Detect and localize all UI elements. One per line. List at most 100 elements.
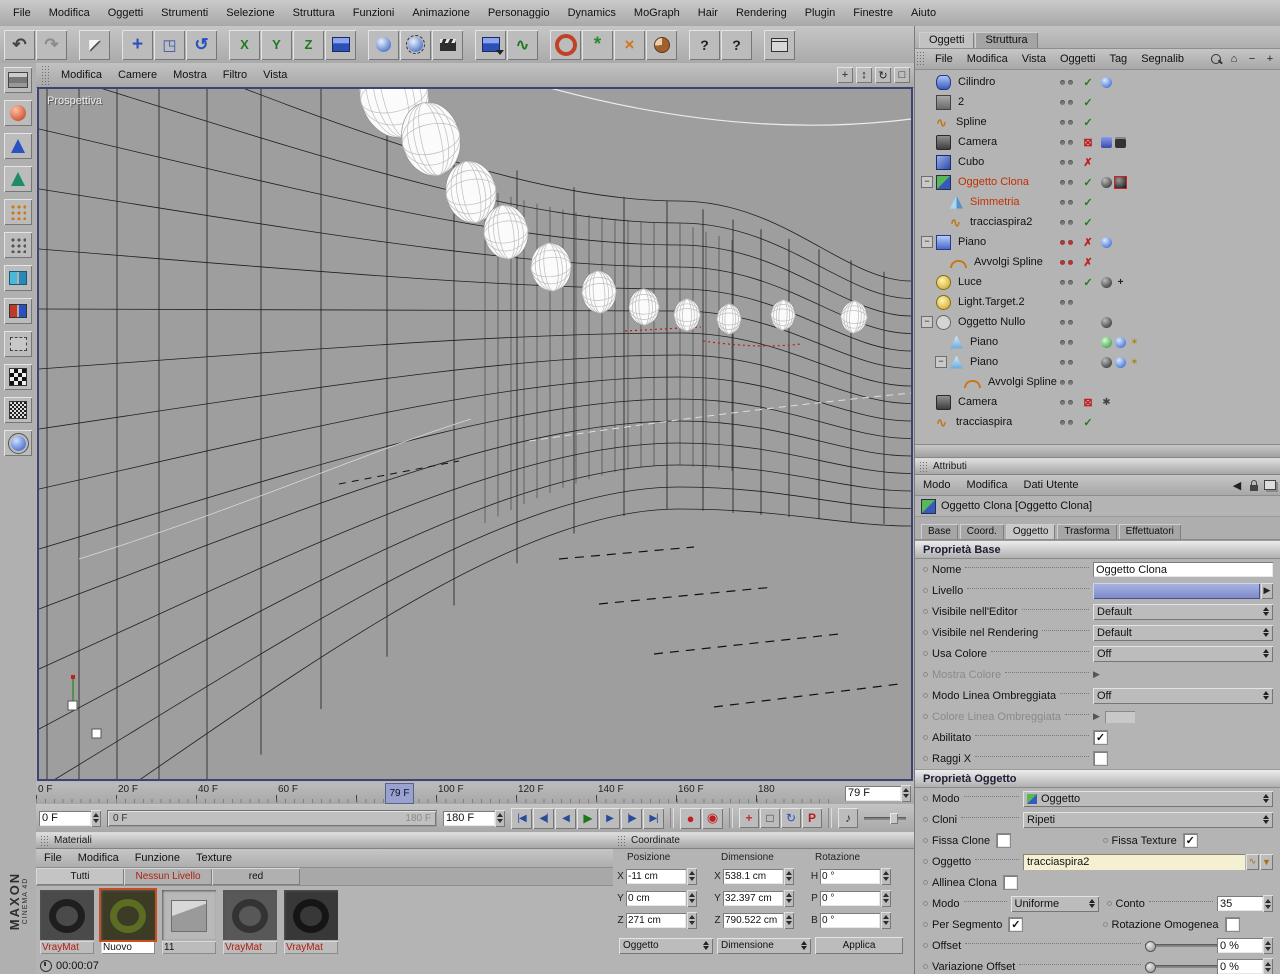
- visibility-toggles[interactable]: [1055, 360, 1077, 365]
- record-rotation[interactable]: ↻: [781, 808, 801, 828]
- visibility-toggles[interactable]: [1055, 280, 1077, 285]
- object-axis-mode[interactable]: [4, 133, 32, 159]
- object-name[interactable]: Cubo: [955, 156, 987, 168]
- menu-item[interactable]: Funzioni: [344, 0, 404, 26]
- ball-blue-tag-icon[interactable]: [1101, 76, 1112, 88]
- object-name[interactable]: Piano: [967, 336, 1001, 348]
- visibility-toggles[interactable]: [1055, 420, 1077, 425]
- object-name[interactable]: Oggetto Nullo: [955, 316, 1028, 328]
- enable-toggle[interactable]: ✓: [1081, 176, 1095, 189]
- point-mode[interactable]: [4, 232, 32, 258]
- materials-menu-item[interactable]: Funzione: [127, 852, 188, 864]
- material-name[interactable]: Nuovo: [101, 941, 155, 954]
- render-view[interactable]: [368, 29, 399, 60]
- mograph-array[interactable]: *: [582, 29, 613, 60]
- attribute-tab[interactable]: Oggetto: [1005, 524, 1056, 539]
- texture-axis-mode[interactable]: [4, 166, 32, 192]
- object-manager-menu-item[interactable]: Tag: [1102, 53, 1134, 65]
- polygon-mode[interactable]: [4, 298, 32, 324]
- expand-toggle[interactable]: −: [921, 176, 933, 188]
- visibility-toggles[interactable]: [1055, 140, 1077, 145]
- keyframe-dot-icon[interactable]: [923, 588, 932, 593]
- raggi-x-checkbox[interactable]: [1093, 751, 1108, 766]
- material-thumbnail[interactable]: [162, 890, 216, 940]
- frame-range-slider[interactable]: 0 F 180 F: [107, 809, 437, 827]
- redo[interactable]: ↷: [36, 29, 67, 60]
- panel-splitter[interactable]: [915, 444, 1280, 458]
- uv-mode[interactable]: [4, 331, 32, 357]
- tree-row[interactable]: Cubo ✗: [915, 152, 1280, 172]
- enable-toggle[interactable]: ✓: [1081, 116, 1095, 129]
- volume-slider[interactable]: [864, 812, 906, 824]
- menu-item[interactable]: Dynamics: [559, 0, 625, 26]
- search-icon[interactable]: [1209, 52, 1223, 66]
- visibility-toggles[interactable]: [1055, 180, 1077, 185]
- object-name[interactable]: Light.Target.2: [955, 296, 1028, 308]
- spline-pick-icon[interactable]: ∿: [1246, 853, 1259, 870]
- keyframe-dot-icon[interactable]: [923, 880, 932, 885]
- object-name[interactable]: Avvolgi Spline: [971, 256, 1046, 268]
- goto-start[interactable]: |◀: [511, 807, 532, 829]
- ball-blue-tag-icon[interactable]: [1115, 356, 1126, 368]
- enable-toggle[interactable]: ✓: [1081, 96, 1095, 109]
- attribute-tab[interactable]: Base: [921, 524, 958, 539]
- keyframe-dot-icon[interactable]: [923, 943, 932, 948]
- material-item[interactable]: VrayMat: [40, 890, 94, 954]
- tree-row[interactable]: Cilindro ✓: [915, 72, 1280, 92]
- position-x-stepper[interactable]: [687, 867, 697, 885]
- visibile-rendering-select[interactable]: Default: [1093, 624, 1273, 641]
- keyframe-dot-icon[interactable]: [923, 838, 932, 843]
- annotation[interactable]: ?: [721, 29, 752, 60]
- viewport-canvas[interactable]: Prospettiva: [37, 87, 913, 781]
- material-name[interactable]: 11: [162, 941, 216, 954]
- keyframe-dot-icon[interactable]: [1103, 922, 1112, 927]
- tree-row[interactable]: − Piano ✗: [915, 232, 1280, 252]
- keyframe-dot-icon[interactable]: [923, 693, 932, 698]
- dimension-y-input[interactable]: [723, 890, 783, 906]
- pan-view-icon[interactable]: +: [837, 67, 853, 83]
- keyframe-dot-icon[interactable]: [923, 651, 932, 656]
- menu-item[interactable]: MoGraph: [625, 0, 689, 26]
- menu-item[interactable]: Selezione: [217, 0, 283, 26]
- make-editable[interactable]: [4, 67, 32, 93]
- menu-item[interactable]: Struttura: [284, 0, 344, 26]
- prev-frame[interactable]: ◀: [555, 807, 576, 829]
- move-tool[interactable]: +: [122, 29, 153, 60]
- menu-item[interactable]: Oggetti: [99, 0, 152, 26]
- object-manager-menu-item[interactable]: File: [928, 53, 960, 65]
- visibility-toggles[interactable]: [1055, 300, 1077, 305]
- viewport-menu-item[interactable]: Filtro: [215, 69, 255, 81]
- add-spline[interactable]: ∿: [507, 29, 538, 60]
- keyframe-dot-icon[interactable]: [923, 567, 932, 572]
- materials-menu-item[interactable]: File: [36, 852, 70, 864]
- menu-item[interactable]: Aiuto: [902, 0, 945, 26]
- select-tool[interactable]: ◤: [79, 29, 110, 60]
- attributes-menu-item[interactable]: Modo: [915, 479, 959, 491]
- bake-object[interactable]: [646, 29, 677, 60]
- visibility-toggles[interactable]: [1055, 260, 1077, 265]
- panel-grip[interactable]: [919, 461, 928, 472]
- object-name[interactable]: Oggetto Clona: [955, 176, 1032, 188]
- range-start-stepper[interactable]: [91, 809, 101, 827]
- manager-tab[interactable]: Struttura: [975, 32, 1038, 48]
- coordinate-mode-select[interactable]: Oggetto: [619, 937, 713, 954]
- panel-grip[interactable]: [916, 51, 925, 67]
- edge-mode[interactable]: [4, 265, 32, 291]
- sound-toggle[interactable]: ♪: [838, 808, 858, 828]
- attribute-tab[interactable]: Effettuatori: [1118, 524, 1181, 539]
- offset-input[interactable]: [1217, 938, 1263, 953]
- compare-icon[interactable]: [1264, 480, 1276, 490]
- abilitato-checkbox[interactable]: [1093, 730, 1108, 745]
- variazione-offset-stepper[interactable]: [1263, 958, 1273, 974]
- lock-x-axis[interactable]: X: [229, 29, 260, 60]
- view-label[interactable]: Prospettiva: [47, 95, 102, 107]
- keyframe-dot-icon[interactable]: [923, 901, 932, 906]
- conto-input[interactable]: [1217, 896, 1263, 911]
- object-manager-menu-item[interactable]: Oggetti: [1053, 53, 1102, 65]
- rotation-p-stepper[interactable]: [881, 889, 891, 907]
- tree-row[interactable]: Avvolgi Spline: [915, 372, 1280, 392]
- record-scale[interactable]: □: [760, 808, 780, 828]
- materials-menu-item[interactable]: Modifica: [70, 852, 127, 864]
- dimension-mode-select[interactable]: Dimensione: [717, 937, 811, 954]
- object-name[interactable]: Piano: [967, 356, 1001, 368]
